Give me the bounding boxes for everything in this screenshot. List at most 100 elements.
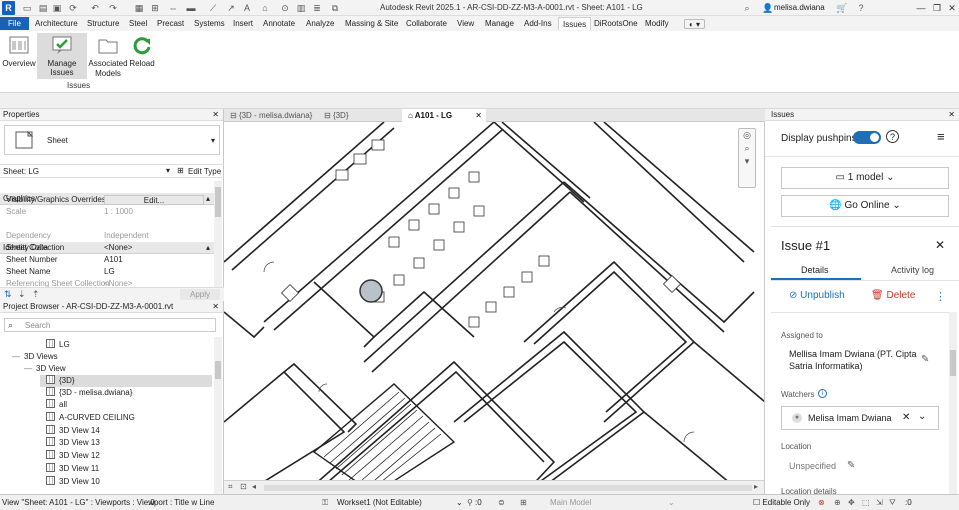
browser-scrollbar[interactable] — [214, 337, 222, 494]
tab-structure[interactable]: Structure — [83, 17, 123, 30]
close-properties-icon[interactable]: ✕ — [212, 109, 219, 121]
type-selector[interactable]: Sheet ▾ — [4, 125, 220, 155]
tab-insert[interactable]: Insert — [229, 17, 257, 30]
text-icon[interactable]: A — [242, 3, 252, 13]
section-icon[interactable]: ⊙ — [280, 3, 290, 13]
edit-location-icon[interactable]: ✎ — [847, 460, 855, 471]
dimension-icon[interactable]: ⇔ — [168, 3, 178, 13]
tab-architecture[interactable]: Architecture — [31, 17, 82, 30]
scroll-left-icon[interactable]: ◂ — [252, 482, 256, 491]
tree-item[interactable]: 3D View 11 — [46, 463, 99, 475]
tree-item[interactable]: LG — [46, 339, 70, 351]
go-online-button[interactable]: 🌐 Go Online ⌄ — [781, 195, 949, 217]
editable-only-checkbox[interactable]: ☐ Editable Only — [753, 495, 810, 510]
close-browser-icon[interactable]: ✕ — [212, 301, 219, 313]
worksharing-icon[interactable]: ⊜ — [498, 495, 505, 510]
minimize-button[interactable]: — — [914, 2, 928, 14]
location-value[interactable]: Unspecified — [789, 461, 836, 471]
sort-az-icon[interactable]: ⇣ — [18, 289, 26, 300]
sort-za-icon[interactable]: ⇡ — [32, 289, 40, 300]
drag-elements-icon[interactable]: ⇲ — [876, 495, 883, 510]
assigned-value[interactable]: Mellisa Imam Dwiana (PT. Cipta Satria In… — [789, 348, 917, 372]
issue-pushpin[interactable] — [359, 279, 383, 303]
overview-button[interactable]: Overview — [2, 33, 36, 79]
info-icon[interactable]: i — [818, 389, 827, 398]
redo-icon[interactable]: ↷ — [108, 3, 118, 13]
zoom-icon[interactable]: ⌕ — [739, 142, 755, 155]
help-icon[interactable]: ? — [886, 130, 899, 143]
open-folder-icon[interactable]: ▤ — [38, 3, 48, 13]
select-links-icon[interactable]: ⊗ — [818, 495, 825, 510]
tree-item[interactable]: —3D Views — [12, 351, 58, 363]
more-options-icon[interactable]: ⋮ — [935, 290, 946, 303]
properties-scrollbar[interactable] — [214, 181, 222, 287]
issues-scrollbar[interactable] — [949, 312, 957, 494]
user-name[interactable]: melisa.dwiana — [774, 3, 825, 12]
tree-item[interactable]: 3D View 14 — [46, 425, 100, 437]
tab-precast[interactable]: Precast — [153, 17, 188, 30]
tab-activity-log[interactable]: Activity log — [891, 265, 934, 275]
design-option-selector[interactable]: Main Model — [550, 495, 591, 510]
workset-selector[interactable]: Workset1 (Not Editable) — [337, 495, 467, 510]
home-icon[interactable]: ⌂ — [260, 3, 270, 13]
unpublish-button[interactable]: ⊘ Unpublish — [789, 290, 845, 301]
search-input[interactable]: Search — [25, 321, 50, 330]
tab-annotate[interactable]: Annotate — [259, 17, 299, 30]
search-help-icon[interactable]: ⌕ — [742, 3, 752, 13]
tree-item[interactable]: {3D - melisa.dwiana} — [46, 387, 132, 399]
undo-icon[interactable]: ↶ — [90, 3, 100, 13]
tree-item[interactable]: 3D View 13 — [46, 437, 100, 449]
hide-crop-icon[interactable]: ⊡ — [240, 482, 247, 491]
cart-icon[interactable]: 🛒 — [836, 3, 847, 13]
browser-search[interactable]: ⌕ Search — [4, 318, 216, 332]
manage-issues-button[interactable]: Manage Issues — [37, 33, 87, 79]
chevron-down-icon[interactable]: ⌄ — [456, 495, 463, 510]
select-pinned-icon[interactable]: ✥ — [848, 495, 855, 510]
view-tab-3d-melisa[interactable]: ⊟ {3D - melisa.dwiana} — [224, 109, 314, 122]
open-icon[interactable]: ▭ — [22, 3, 32, 13]
design-options-icon[interactable]: ⊞ — [520, 495, 527, 510]
filter-status-icon[interactable]: ⛛ — [889, 495, 896, 510]
apply-button[interactable]: Apply — [180, 289, 220, 300]
chevron-down-icon[interactable]: ▾ — [166, 166, 170, 175]
tab-file[interactable]: File — [0, 17, 29, 30]
user-icon[interactable]: 👤 — [762, 3, 773, 13]
delete-button[interactable]: 🗑 Delete — [871, 290, 915, 301]
tab-systems[interactable]: Systems — [190, 17, 229, 30]
detail-icon[interactable]: ↗ — [226, 3, 236, 13]
prop-row[interactable]: Sheet Number A101 — [0, 254, 214, 266]
measure-icon[interactable]: ⊞ — [150, 3, 160, 13]
select-underlay-icon[interactable]: ⊕ — [834, 495, 841, 510]
thin-lines-icon[interactable]: ≣ — [312, 3, 322, 13]
display-pushpins-toggle[interactable] — [853, 131, 881, 144]
view-tab-3d[interactable]: ⊟ {3D} — [318, 109, 396, 122]
sort-icon[interactable]: ⇅ — [4, 289, 12, 300]
watchers-field[interactable]: ● Melisa Imam Dwiana ✕ ⌄ — [781, 406, 939, 430]
revit-logo[interactable]: R — [2, 1, 15, 15]
tree-item[interactable]: all — [46, 399, 67, 411]
chevron-down-icon[interactable]: ⌄ — [668, 495, 675, 510]
steering-wheel-icon[interactable]: ◎ — [739, 129, 755, 142]
menu-icon[interactable]: ≡ — [937, 129, 945, 144]
edit-type-button[interactable]: Edit Type — [188, 167, 221, 176]
reload-button[interactable]: Reload — [128, 33, 156, 79]
close-issues-icon[interactable]: ✕ — [948, 109, 955, 121]
print-icon[interactable]: ▦ — [134, 3, 144, 13]
wall-icon[interactable]: ▬ — [186, 3, 196, 13]
drawing-canvas[interactable]: ◎ ⌕ ▾ ⌗ ⊡ ◂ ▸ — [224, 122, 765, 494]
help-icon[interactable]: ? — [856, 3, 866, 13]
tree-item[interactable]: A-CURVED CEILING — [46, 412, 135, 424]
tab-collaborate[interactable]: Collaborate — [402, 17, 451, 30]
tab-view[interactable]: View — [453, 17, 478, 30]
instance-selector[interactable]: Sheet: LG — [3, 167, 39, 176]
edit-assignee-icon[interactable]: ✎ — [921, 354, 929, 365]
tab-massing-site[interactable]: Massing & Site — [341, 17, 402, 30]
view-tab-a101-lg[interactable]: ⌂ A101 - LG ✕ — [402, 109, 486, 122]
prop-row[interactable]: Sheet Collection <None> — [0, 242, 214, 254]
crop-icon[interactable]: ⌗ — [228, 482, 233, 492]
tag-icon[interactable]: ⟋ — [208, 3, 218, 13]
zoom-dropdown-icon[interactable]: ▾ — [739, 155, 755, 168]
horizontal-scrollbar[interactable] — [264, 485, 752, 491]
ribbon-options-button[interactable]: ◐ ▾ — [684, 19, 706, 29]
restore-button[interactable]: ❐ — [930, 2, 944, 14]
